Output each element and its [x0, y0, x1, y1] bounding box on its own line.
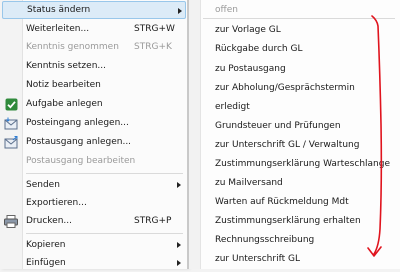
menu-item-label: Kopieren: [26, 240, 66, 250]
menu-item-label: Exportieren...: [26, 198, 87, 208]
status-option-rueckgabe-durch-gl[interactable]: Rückgabe durch GL: [215, 44, 302, 54]
menu-item-label: Notiz bearbeiten: [26, 80, 101, 90]
status-option-mailversand[interactable]: zu Mailversand: [215, 178, 283, 188]
menu-item-postausgang-bearbeiten: Postausgang bearbeiten: [0, 152, 188, 170]
menu-item-aufgabe-anlegen[interactable]: Aufgabe anlegen: [0, 95, 188, 113]
status-option-warten-rueckmeldung[interactable]: Warten auf Rückmeldung Mdt: [215, 197, 349, 207]
status-option-rechnungsschreibung[interactable]: Rechnungsschreibung: [215, 235, 314, 245]
submenu-arrow-icon: [177, 182, 181, 188]
status-option-zur-abholung[interactable]: zur Abholung/Gesprächstermin: [215, 83, 355, 93]
submenu-arrow-icon: [177, 260, 181, 266]
status-option-zustimmung-erhalten[interactable]: Zustimmungserklärung erhalten: [215, 216, 361, 226]
menu-item-label: Aufgabe anlegen: [26, 99, 103, 109]
menu-item-label: Senden: [26, 180, 60, 190]
red-annotation-line: [367, 15, 383, 257]
menu-item-drucken[interactable]: Drucken... STRG+P: [0, 212, 188, 230]
status-option-grundsteuer[interactable]: Grundsteuer und Prüfungen: [215, 121, 341, 131]
menu-item-label: Einfügen: [26, 258, 66, 268]
menu-item-weiterleiten[interactable]: Weiterleiten... STRG+W: [0, 20, 188, 38]
menu-item-shortcut: STRG+P: [134, 216, 172, 226]
menu-item-label: Drucken...: [26, 216, 72, 226]
menu-item-label: Weiterleiten...: [26, 24, 90, 34]
status-option-unterschrift-gl-verwaltung[interactable]: zur Unterschrift GL / Verwaltung: [215, 140, 359, 150]
menu-item-kenntnis-genommen: Kenntnis genommen STRG+K: [0, 38, 188, 56]
submenu-arrow-icon: [177, 242, 181, 248]
status-option-offen: offen: [215, 5, 238, 15]
inbox-icon: [4, 116, 18, 130]
submenu-gutter: [189, 0, 201, 269]
submenu-arrow-icon: [178, 8, 182, 14]
status-option-erledigt[interactable]: erledigt: [215, 102, 250, 112]
menu-item-label: Postausgang anlegen...: [26, 137, 132, 147]
menu-item-label: Posteingang anlegen...: [26, 118, 129, 128]
menu-item-posteingang-anlegen[interactable]: Posteingang anlegen...: [0, 114, 188, 132]
menu-item-kenntnis-setzen[interactable]: Kenntnis setzen...: [0, 57, 188, 75]
menu-item-status-aendern[interactable]: Status ändern: [2, 1, 186, 19]
status-option-unterschrift-gl[interactable]: zur Unterschrift GL: [215, 254, 300, 264]
menu-item-postausgang-anlegen[interactable]: Postausgang anlegen...: [0, 133, 188, 151]
menu-item-label: Kenntnis genommen: [26, 42, 119, 52]
menu-item-exportieren[interactable]: Exportieren...: [0, 194, 188, 212]
status-option-zur-vorlage-gl[interactable]: zur Vorlage GL: [215, 25, 281, 35]
menu-item-label: Kenntnis setzen...: [26, 61, 106, 71]
menu-item-label: Status ändern: [27, 5, 91, 15]
menu-item-label: Postausgang bearbeiten: [26, 156, 136, 166]
menu-item-senden[interactable]: Senden: [0, 176, 188, 194]
printer-icon: [4, 214, 18, 228]
check-icon: [4, 97, 18, 111]
menu-item-einfuegen[interactable]: Einfügen: [0, 254, 188, 272]
menu-item-kopieren[interactable]: Kopieren: [0, 236, 188, 254]
context-menu: Status ändern Weiterleiten... STRG+W Ken…: [0, 0, 188, 269]
menu-item-shortcut: STRG+K: [134, 42, 172, 52]
menu-item-shortcut: STRG+W: [134, 24, 175, 34]
status-option-zu-postausgang[interactable]: zu Postausgang: [215, 64, 286, 74]
menu-separator: [26, 233, 183, 234]
menu-separator: [26, 173, 183, 174]
outbox-icon: [4, 135, 18, 149]
menu-item-notiz-bearbeiten[interactable]: Notiz bearbeiten: [0, 76, 188, 94]
